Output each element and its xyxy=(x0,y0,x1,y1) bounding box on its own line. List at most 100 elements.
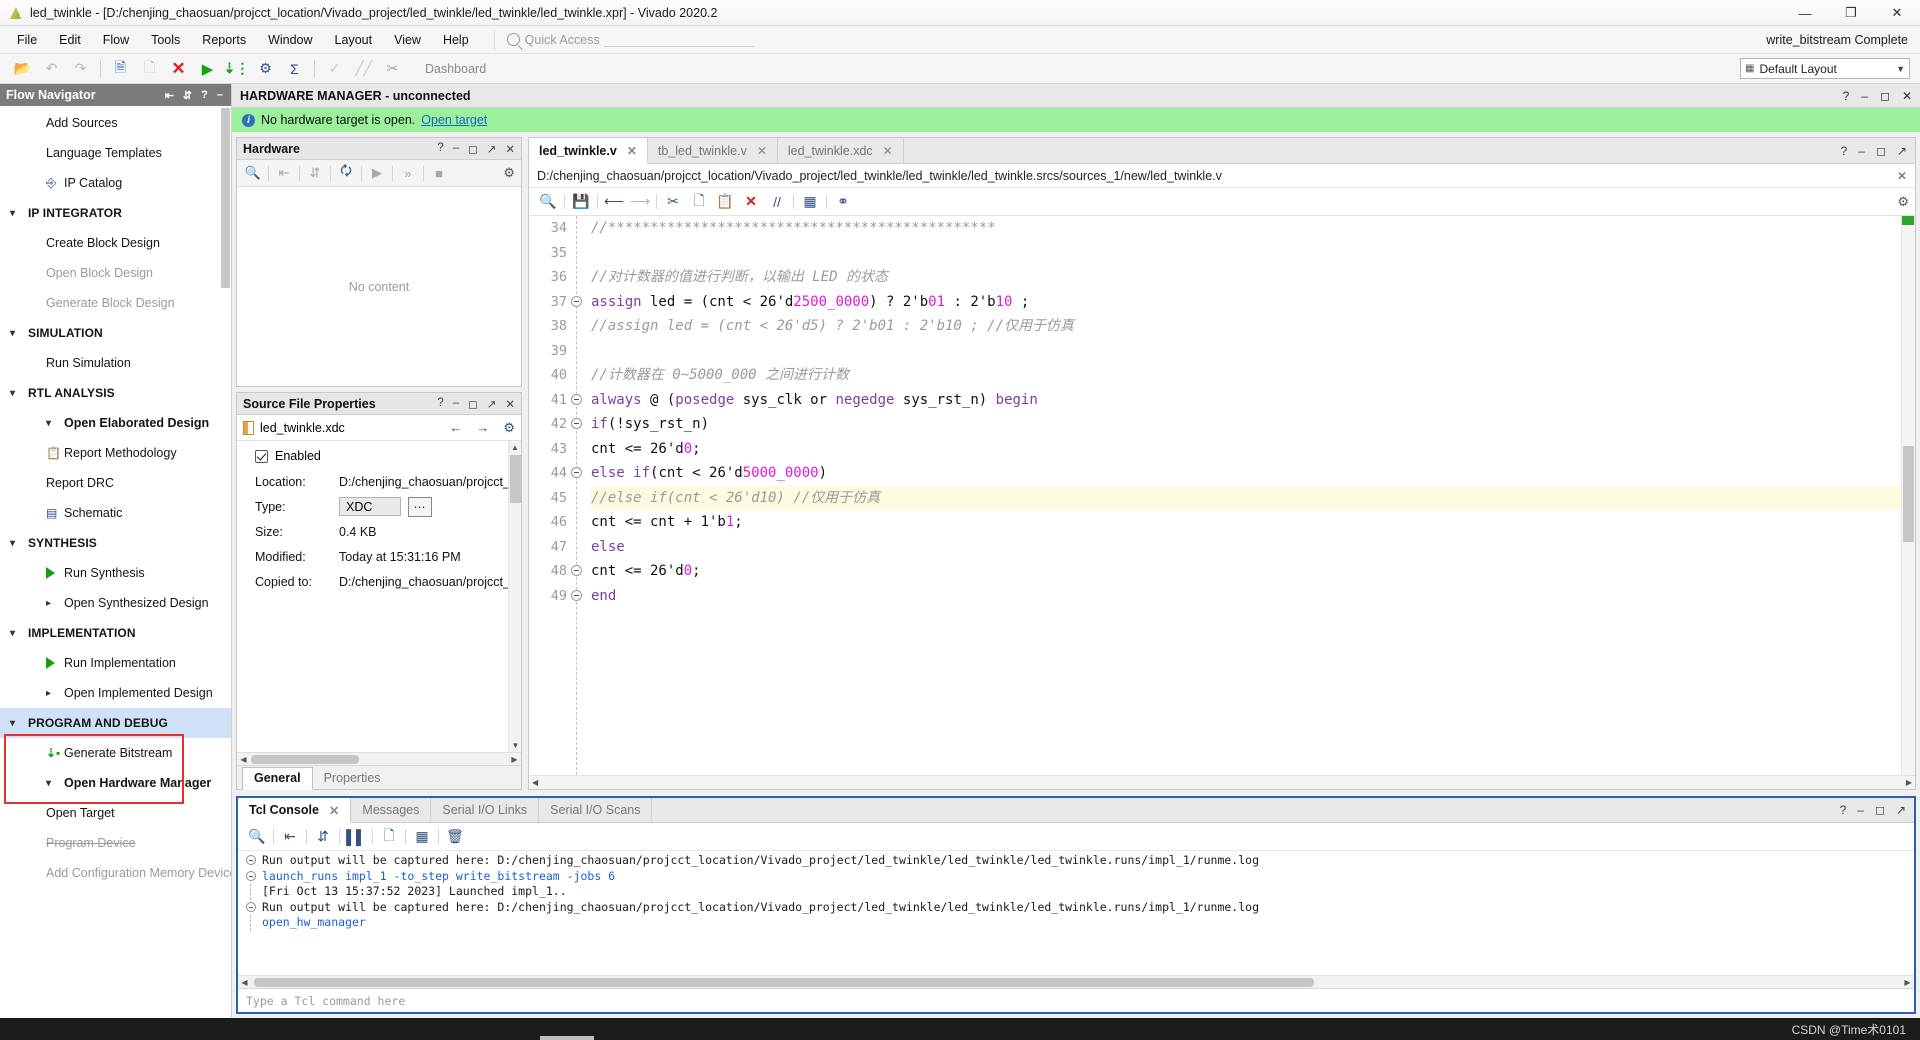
scroll-down-icon[interactable]: ▼ xyxy=(509,739,521,752)
code-line[interactable]: else xyxy=(591,535,1915,560)
fold-toggle-icon[interactable] xyxy=(571,589,582,601)
quick-access-box[interactable]: Quick Access xyxy=(493,29,754,50)
scrollbar-thumb[interactable] xyxy=(251,755,359,764)
editor-horizontal-scrollbar[interactable]: ◀ ▶ xyxy=(529,775,1915,789)
console-horizontal-scrollbar[interactable]: ◀ ▶ xyxy=(238,975,1914,988)
close-button[interactable]: ✕ xyxy=(1874,0,1920,26)
close-icon[interactable]: ✕ xyxy=(505,397,515,411)
help-icon[interactable]: ? xyxy=(1841,144,1848,158)
console-fold-cell[interactable] xyxy=(244,869,262,885)
chevron-right-icon[interactable]: ▸ xyxy=(46,688,60,699)
properties-horizontal-scrollbar[interactable]: ◀ ▶ xyxy=(237,752,521,765)
console-fold-cell[interactable] xyxy=(244,900,262,916)
type-browse-button[interactable]: ⋯ xyxy=(408,496,432,517)
scroll-track[interactable] xyxy=(251,755,507,764)
code-line[interactable] xyxy=(591,241,1915,266)
scrollbar-thumb[interactable] xyxy=(510,455,521,503)
layout-select[interactable]: ▦ Default Layout ▼ xyxy=(1740,58,1910,79)
wrap-icon[interactable]: ▦ xyxy=(409,826,435,848)
expand-collapse-icon[interactable]: ⇵ xyxy=(183,89,192,102)
code-line[interactable]: cnt <= cnt + 1'b1; xyxy=(591,510,1915,535)
fold-cell[interactable] xyxy=(571,388,587,413)
sidebar-item-language-templates[interactable]: Language Templates xyxy=(0,138,231,168)
undo-icon[interactable]: ⟵ xyxy=(601,191,627,213)
code-content[interactable]: //**************************************… xyxy=(587,216,1915,775)
fold-toggle-icon[interactable] xyxy=(246,901,256,912)
collapse-all-icon[interactable]: ⇤ xyxy=(272,163,296,184)
open-folder-icon[interactable]: 📂 xyxy=(9,57,36,81)
expand-all-icon[interactable]: ⇵ xyxy=(303,163,327,184)
scroll-right-icon[interactable]: ▶ xyxy=(508,755,521,764)
maximize-icon[interactable]: ◻ xyxy=(468,142,478,156)
scrollbar-thumb[interactable] xyxy=(221,108,230,288)
refresh-icon[interactable]: 🗘 xyxy=(334,163,358,184)
sidebar-item-add-configuration-memory-device[interactable]: Add Configuration Memory Device xyxy=(0,858,231,888)
scroll-left-icon[interactable]: ◀ xyxy=(532,778,538,787)
fold-cell[interactable] xyxy=(571,241,587,266)
sidebar-item-schematic[interactable]: ▤ Schematic xyxy=(0,498,231,528)
float-icon[interactable]: ↗ xyxy=(487,397,497,411)
sidebar-item-synthesis[interactable]: ▾ SYNTHESIS xyxy=(0,528,231,558)
chevron-right-icon[interactable]: ▸ xyxy=(46,598,60,609)
help-icon[interactable]: ? xyxy=(201,89,208,102)
sidebar-item-program-device[interactable]: Program Device xyxy=(0,828,231,858)
sidebar-item-program-and-debug[interactable]: ▾ PROGRAM AND DEBUG xyxy=(0,708,231,738)
sidebar-item-open-block-design[interactable]: Open Block Design xyxy=(0,258,231,288)
delete-icon[interactable]: ✕ xyxy=(738,191,764,213)
fold-cell[interactable] xyxy=(571,265,587,290)
tab-tcl-console[interactable]: Tcl Console ✕ xyxy=(238,798,352,823)
validate-icon[interactable]: ✓ xyxy=(321,57,348,81)
search-icon[interactable]: 🔍 xyxy=(244,826,270,848)
maximize-icon[interactable]: ◻ xyxy=(468,397,478,411)
scroll-left-icon[interactable]: ◀ xyxy=(238,978,251,987)
fold-cell[interactable] xyxy=(571,363,587,388)
scrollbar-thumb[interactable] xyxy=(1903,446,1914,542)
sidebar-item-create-block-design[interactable]: Create Block Design xyxy=(0,228,231,258)
maximize-icon[interactable]: ◻ xyxy=(1880,89,1890,103)
sidebar-item-report-drc[interactable]: Report DRC xyxy=(0,468,231,498)
float-icon[interactable]: ↗ xyxy=(1896,803,1906,817)
collapse-all-icon[interactable]: ⇤ xyxy=(277,826,303,848)
close-icon[interactable]: ✕ xyxy=(627,144,637,158)
sidebar-item-simulation[interactable]: ▾ SIMULATION xyxy=(0,318,231,348)
paste-icon[interactable]: 📋 xyxy=(712,191,738,213)
code-line[interactable]: cnt <= 26'd0; xyxy=(591,559,1915,584)
run-icon[interactable]: ▶ xyxy=(365,163,389,184)
chevron-down-icon[interactable]: ▾ xyxy=(10,628,24,639)
fold-toggle-icon[interactable] xyxy=(571,418,582,429)
enabled-checkbox-row[interactable]: Enabled xyxy=(237,441,521,469)
minimize-icon[interactable]: – xyxy=(1858,144,1865,158)
fold-cell[interactable] xyxy=(571,461,587,486)
menu-help[interactable]: Help xyxy=(432,29,480,51)
stop-icon[interactable]: ■ xyxy=(427,163,451,184)
scroll-track[interactable] xyxy=(252,977,1900,987)
scroll-right-icon[interactable]: ▶ xyxy=(1901,978,1914,987)
sidebar-item-run-simulation[interactable]: Run Simulation xyxy=(0,348,231,378)
fold-cell[interactable] xyxy=(571,584,587,609)
chevron-down-icon[interactable]: ▾ xyxy=(10,538,24,549)
tab-general[interactable]: General xyxy=(242,767,313,790)
code-line[interactable]: else if(cnt < 26'd5000_0000) xyxy=(591,461,1915,486)
tab-messages[interactable]: Messages xyxy=(351,798,432,822)
clear-icon[interactable]: 🗑 xyxy=(442,826,468,848)
code-line[interactable] xyxy=(591,339,1915,364)
close-icon[interactable]: ✕ xyxy=(1897,169,1907,183)
fold-toggle-icon[interactable] xyxy=(571,467,582,478)
fold-cell[interactable] xyxy=(571,290,587,315)
sidebar-item-ip-catalog[interactable]: ⎆ IP Catalog xyxy=(0,168,231,198)
menu-tools[interactable]: Tools xyxy=(140,29,191,51)
cut-icon[interactable]: ✂ xyxy=(660,191,686,213)
console-output[interactable]: Run output will be captured here: D:/che… xyxy=(238,851,1914,975)
close-icon[interactable]: ✕ xyxy=(329,803,339,818)
copy-icon[interactable]: 🗋 xyxy=(136,57,163,81)
redo-icon[interactable]: ⟶ xyxy=(627,191,653,213)
edit-icon[interactable]: ╱╱ xyxy=(350,57,377,81)
fold-toggle-icon[interactable] xyxy=(246,870,256,881)
menu-file[interactable]: File xyxy=(6,29,48,51)
search-icon[interactable]: 🔍 xyxy=(535,191,561,213)
gear-icon[interactable]: ⚙ xyxy=(503,165,515,181)
code-line[interactable]: //else if(cnt < 26'd10) //仅用于仿真 xyxy=(591,485,1915,510)
tab-serial-io-links[interactable]: Serial I/O Links xyxy=(431,798,540,822)
bitstream-icon[interactable]: ⇣⋮ xyxy=(223,57,250,81)
sidebar-item-report-methodology[interactable]: 📋 Report Methodology xyxy=(0,438,231,468)
